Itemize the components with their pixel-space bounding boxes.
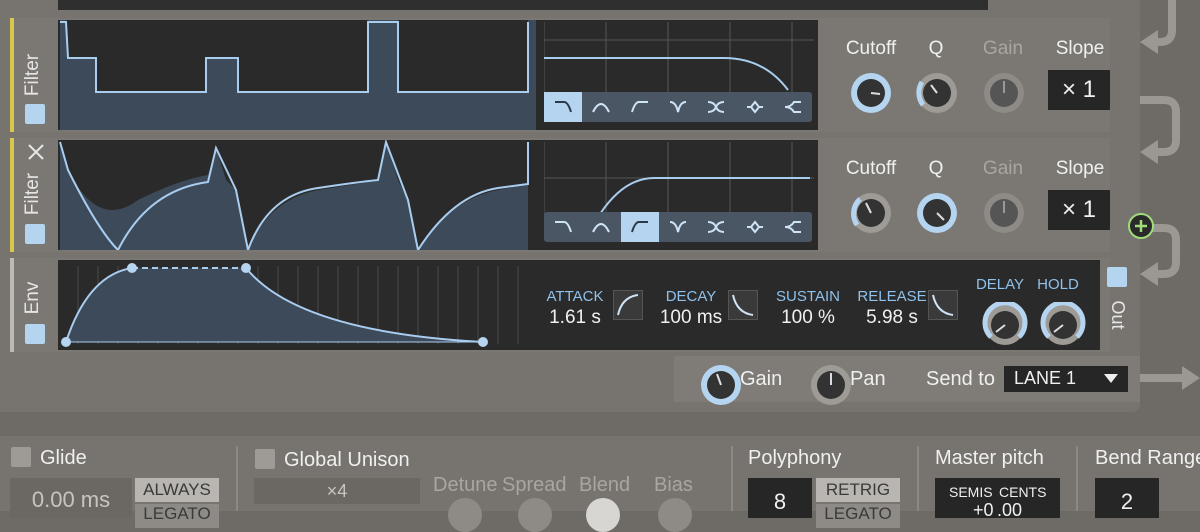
cents-label: CENTS	[999, 484, 1047, 500]
filter-1-slope-label: Slope	[1055, 38, 1105, 59]
semis-label: SEMIS	[949, 484, 993, 500]
env-hold-label: HOLD	[1037, 276, 1079, 293]
bell-icon[interactable]	[735, 212, 773, 242]
highpass-icon[interactable]	[621, 92, 659, 122]
filter-1-gain-label: Gain	[982, 38, 1024, 59]
top-strip	[10, 0, 1100, 12]
legato-poly-button[interactable]: LEGATO	[816, 504, 900, 528]
filter-2-gain-knob[interactable]	[981, 190, 1027, 236]
bandpass-icon[interactable]	[582, 212, 620, 242]
env-sustain-label: SUSTAIN	[776, 288, 840, 305]
env-label: Env	[22, 281, 43, 315]
filter-2-cutoff-knob[interactable]	[848, 190, 894, 236]
bend-range-value[interactable]: 2	[1095, 478, 1159, 518]
env-release-value: 5.98 s	[866, 307, 918, 328]
gain-label: Gain	[740, 368, 783, 390]
detune-label: Detune	[433, 474, 498, 496]
polyphony-value[interactable]: 8	[748, 478, 812, 518]
env-delay-knob[interactable]	[982, 300, 1028, 345]
env-decay[interactable]: DECAY 100 ms	[656, 288, 726, 329]
glide-checkbox[interactable]	[11, 447, 31, 467]
env-decay-label: DECAY	[665, 288, 717, 305]
filter-2-gain-label: Gain	[982, 158, 1024, 179]
env-attack-value: 1.61 s	[549, 307, 601, 328]
filter-2-q-knob[interactable]	[914, 190, 960, 236]
filter-module-2: Filter Cutoff Q Gain Slope × 1	[10, 138, 1110, 252]
env-side: Env	[10, 258, 55, 352]
filter-2-type-selector[interactable]	[544, 212, 812, 242]
bell-icon[interactable]	[735, 92, 773, 122]
detune-knob[interactable]	[448, 498, 482, 532]
send-to-label: Send to	[926, 368, 995, 390]
filter-2-slope-value[interactable]: × 1	[1048, 190, 1110, 230]
filter-1-q-knob[interactable]	[914, 70, 960, 116]
peak-icon[interactable]	[697, 212, 735, 242]
env-hold-knob[interactable]	[1040, 300, 1086, 345]
lowpass-icon[interactable]	[544, 212, 582, 242]
env-attack-label: ATTACK	[546, 288, 604, 305]
filter-2-enable-checkbox[interactable]	[25, 224, 45, 244]
env-decay-value: 100 ms	[659, 307, 723, 328]
gain-knob[interactable]	[698, 362, 741, 405]
master-pitch-label: Master pitch	[935, 447, 1044, 469]
filter-1-gain-knob[interactable]	[981, 70, 1027, 116]
env-sustain-value: 100 %	[781, 307, 835, 328]
env-delay-label: DELAY	[975, 276, 1025, 293]
notch-icon[interactable]	[659, 212, 697, 242]
peak-icon[interactable]	[697, 92, 735, 122]
polyphony-label: Polyphony	[748, 447, 842, 469]
close-icon[interactable]	[26, 142, 46, 162]
decay-curve-icon[interactable]	[728, 290, 758, 320]
shelf-icon[interactable]	[774, 212, 812, 242]
lowpass-icon[interactable]	[544, 92, 583, 122]
glide-time-value[interactable]: 0.00 ms	[10, 478, 132, 518]
unison-voices-value[interactable]: ×4	[254, 478, 420, 504]
spread-label: Spread	[502, 474, 567, 496]
add-module-button[interactable]	[1128, 213, 1154, 239]
pan-label: Pan	[850, 368, 886, 390]
bend-range-label: Bend Range	[1095, 447, 1200, 469]
env-module: Env ATTACK 1.61 s DECAY 100 ms SUSTAIN 1…	[10, 258, 1110, 352]
release-curve-icon[interactable]	[928, 290, 958, 320]
filter-1-cutoff-knob[interactable]	[848, 70, 894, 116]
env-enable-checkbox[interactable]	[25, 324, 45, 344]
out-label: Out	[1108, 300, 1128, 330]
filter-2-side: Filter	[10, 138, 55, 252]
filter-module-1: Filter Cutoff Q Gain Slope × 1	[10, 18, 1110, 132]
filter-2-label: Filter	[22, 172, 43, 216]
glide-label: Glide	[40, 447, 87, 469]
pan-knob[interactable]	[808, 362, 851, 405]
env-release-label: RELEASE	[857, 288, 927, 305]
bias-label: Bias	[654, 474, 693, 496]
filter-1-enable-checkbox[interactable]	[25, 104, 45, 124]
blend-knob[interactable]	[586, 498, 620, 532]
blend-label: Blend	[579, 474, 631, 496]
legato-button[interactable]: LEGATO	[135, 504, 219, 528]
global-unison-label: Global Unison	[284, 449, 410, 471]
bias-knob[interactable]	[658, 498, 692, 532]
spread-knob[interactable]	[518, 498, 552, 532]
env-sustain[interactable]: SUSTAIN 100 %	[770, 288, 846, 329]
global-unison-checkbox[interactable]	[255, 449, 275, 469]
notch-icon[interactable]	[659, 92, 697, 122]
highpass-icon[interactable]	[620, 212, 659, 242]
filter-1-side: Filter	[10, 18, 55, 132]
filter-1-slope-value[interactable]: × 1	[1048, 70, 1110, 110]
bandpass-icon[interactable]	[582, 92, 620, 122]
shelf-icon[interactable]	[774, 92, 812, 122]
chevron-down-icon	[1104, 374, 1118, 383]
attack-curve-icon[interactable]	[613, 290, 643, 320]
always-button[interactable]: ALWAYS	[135, 478, 219, 502]
retrig-button[interactable]: RETRIG	[816, 478, 900, 502]
env-attack[interactable]: ATTACK 1.61 s	[540, 288, 610, 329]
out-checkbox[interactable]	[1107, 267, 1127, 287]
filter-2-slope-label: Slope	[1055, 158, 1105, 179]
master-pitch-box[interactable]: SEMIS CENTS +0 .00	[935, 478, 1060, 520]
filter-1-label: Filter	[22, 53, 43, 97]
send-to-value: LANE 1	[1014, 368, 1077, 388]
send-to-select[interactable]: LANE 1	[1004, 366, 1128, 392]
env-release[interactable]: RELEASE 5.98 s	[856, 288, 928, 329]
filter-1-type-selector[interactable]	[544, 92, 812, 122]
